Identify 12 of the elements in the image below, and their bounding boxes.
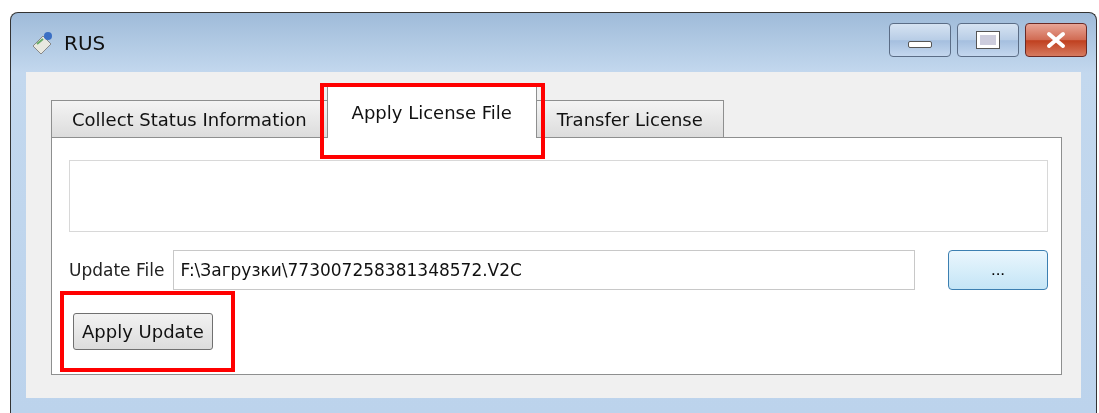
field-label: Update File (69, 260, 165, 280)
tab[interactable]: Transfer License (535, 100, 724, 137)
close-icon (1044, 30, 1068, 49)
file-path-field[interactable]: F:\Загрузки\773007258381348572.V2C (173, 250, 916, 290)
tab[interactable]: Collect Status Information (51, 100, 328, 137)
browse-button[interactable]: ... (948, 250, 1048, 290)
minimize-button[interactable] (889, 22, 951, 57)
tab[interactable]: Apply License File (326, 85, 537, 138)
window-title: RUS (64, 30, 106, 55)
maximize-button[interactable] (957, 22, 1019, 57)
apply-update-button[interactable]: Apply Update (73, 313, 213, 350)
close-button[interactable] (1025, 22, 1087, 57)
